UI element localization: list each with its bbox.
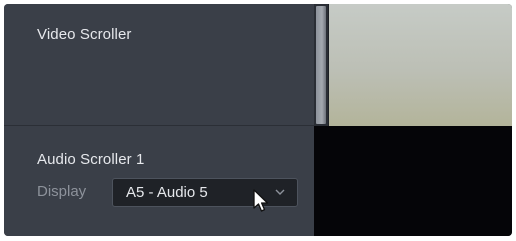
display-dropdown[interactable]: A5 - Audio 5 (112, 178, 298, 207)
display-label: Display (37, 183, 87, 200)
audio-scroller-section: Audio Scroller 1 Display A5 - Audio 5 (4, 126, 314, 236)
chevron-down-icon (275, 189, 285, 195)
audio-scroller-title: Audio Scroller 1 (37, 151, 145, 168)
scroller-handle[interactable] (316, 6, 326, 124)
video-scroller-section: Video Scroller (4, 4, 314, 126)
video-scroller-title: Video Scroller (37, 26, 132, 43)
video-preview (328, 4, 512, 126)
display-dropdown-value: A5 - Audio 5 (126, 184, 208, 201)
mouse-cursor-icon (253, 189, 269, 212)
audio-scroller-area (314, 126, 512, 236)
